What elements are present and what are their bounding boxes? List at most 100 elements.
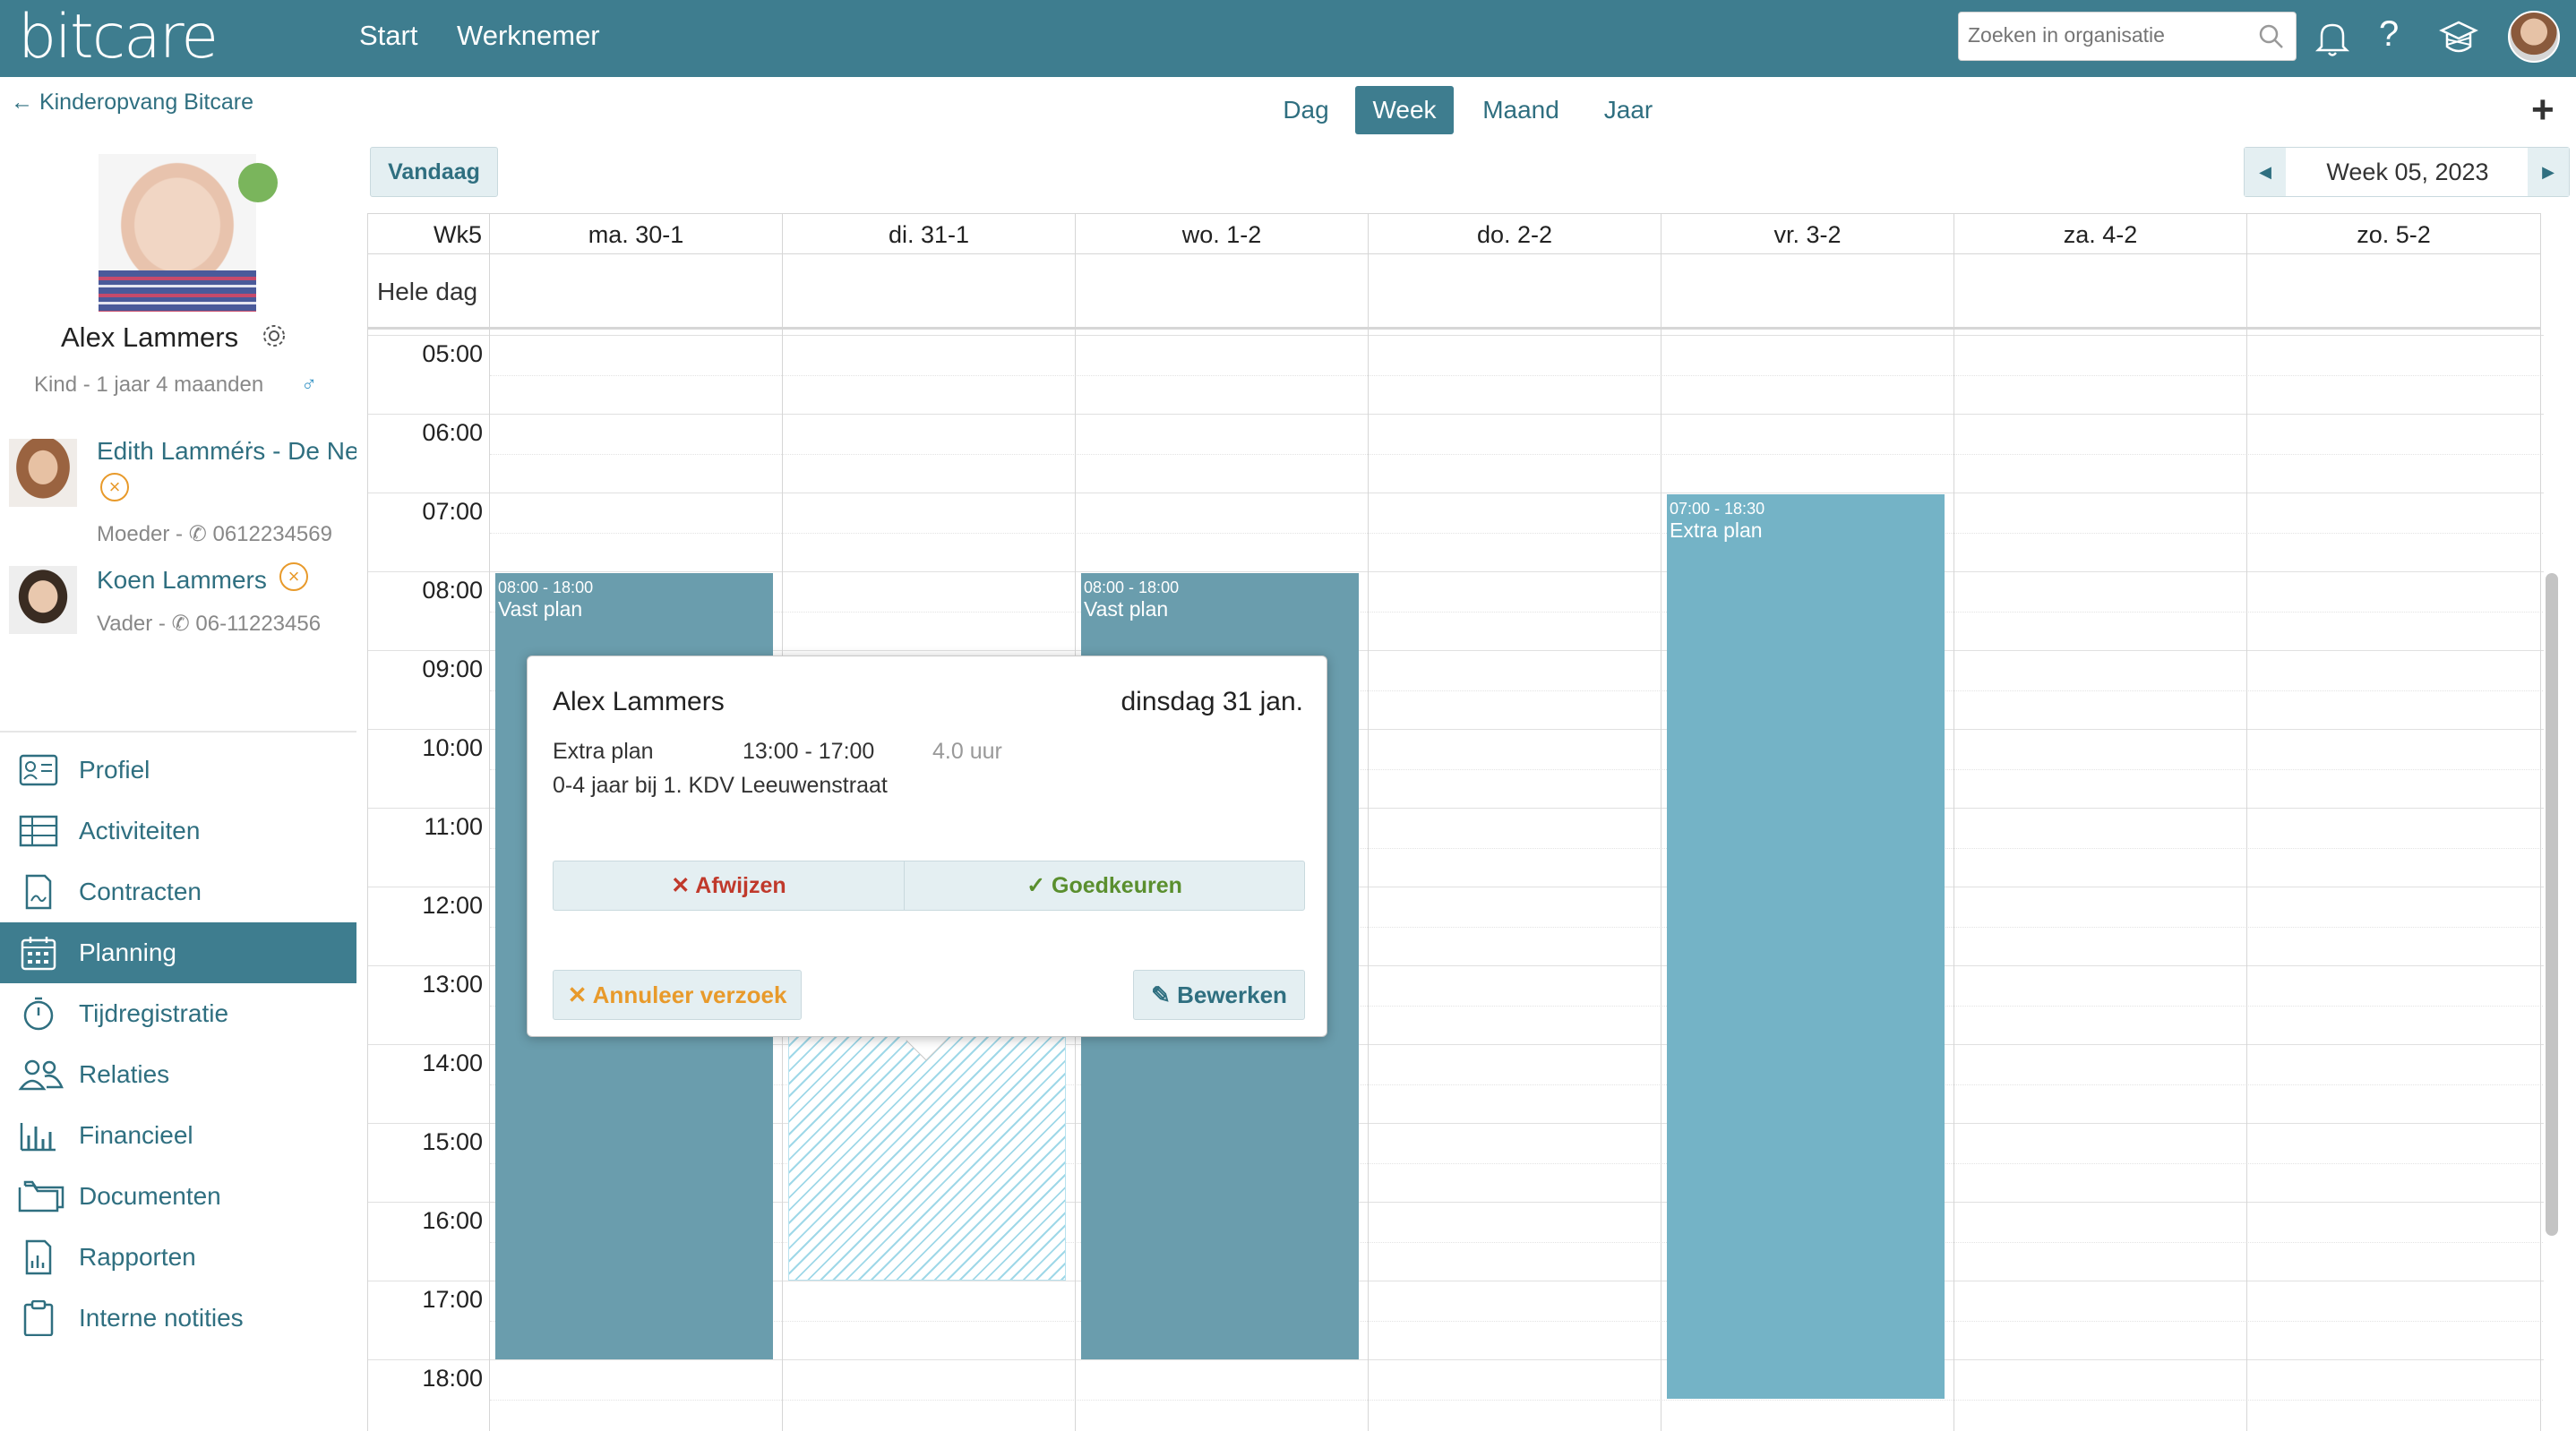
relation-phone[interactable]: 06-11223456 xyxy=(195,612,321,636)
menu-tijdregistratie[interactable]: Tijdregistratie xyxy=(0,983,356,1044)
clipboard-icon xyxy=(18,1299,59,1337)
approval-bar: ✕ Afwijzen ✓ Goedkeuren xyxy=(553,861,1305,911)
menu-label: Profiel xyxy=(79,756,150,784)
next-week-button[interactable]: ▶ xyxy=(2528,148,2569,196)
menu-financieel[interactable]: Financieel xyxy=(0,1105,356,1166)
cancel-circle-icon[interactable]: × xyxy=(100,473,129,501)
popup-location: 0-4 jaar bij 1. KDV Leeuwenstraat xyxy=(553,773,888,798)
nav-werknemer[interactable]: Werknemer xyxy=(457,20,600,52)
allday-cell[interactable] xyxy=(1076,254,1369,330)
help-icon[interactable]: ? xyxy=(2379,14,2399,55)
day-header[interactable]: di. 31-1 xyxy=(783,213,1076,254)
menu-relaties[interactable]: Relaties xyxy=(0,1044,356,1105)
top-bar: bitcare Start Werknemer ? xyxy=(0,0,2576,77)
event-time: 07:00 - 18:30 xyxy=(1670,500,1765,518)
arrow-left-icon: ← xyxy=(11,90,33,115)
tab-week[interactable]: Week xyxy=(1355,86,1454,134)
event-request-popup: Alex Lammers dinsdag 31 jan. Extra plan … xyxy=(527,656,1327,1037)
menu-interne-notities[interactable]: Interne notities xyxy=(0,1288,356,1349)
search-icon[interactable] xyxy=(2258,23,2285,55)
week-number-header: Wk5 xyxy=(368,213,490,254)
tab-jaar[interactable]: Jaar xyxy=(1585,86,1671,134)
contract-icon xyxy=(18,874,59,910)
menu-contracten[interactable]: Contracten xyxy=(0,861,356,922)
x-icon: ✕ xyxy=(671,873,691,898)
relation-name[interactable]: Koen Lammers xyxy=(97,566,276,595)
menu-profiel[interactable]: Profiel xyxy=(0,740,356,801)
column-line xyxy=(1954,330,2247,1431)
event-time: 08:00 - 18:00 xyxy=(1084,578,1180,596)
menu-rapporten[interactable]: Rapporten xyxy=(0,1227,356,1288)
edit-button[interactable]: ✎ Bewerken xyxy=(1133,970,1305,1020)
approve-label: Goedkeuren xyxy=(1052,873,1182,898)
relation-role: Moeder - xyxy=(97,522,189,546)
allday-cell[interactable] xyxy=(1369,254,1662,330)
today-button[interactable]: Vandaag xyxy=(370,147,498,197)
column-line xyxy=(2247,330,2541,1431)
bell-icon[interactable] xyxy=(2314,18,2350,62)
prev-week-button[interactable]: ◀ xyxy=(2245,148,2286,196)
people-icon xyxy=(18,1057,64,1093)
check-icon: ✓ xyxy=(1026,873,1046,898)
allday-cell[interactable] xyxy=(783,254,1076,330)
day-header[interactable]: vr. 3-2 xyxy=(1662,213,1954,254)
tab-dag[interactable]: Dag xyxy=(1270,86,1342,134)
scrollbar[interactable] xyxy=(2546,573,2558,1236)
menu-label: Documenten xyxy=(79,1182,221,1210)
bar-chart-icon xyxy=(18,1118,59,1153)
menu-planning[interactable]: Planning xyxy=(0,922,356,983)
menu-label: Activiteiten xyxy=(79,817,201,844)
search-input[interactable] xyxy=(1968,13,2237,58)
event-block[interactable]: 07:00 - 18:30 Extra plan xyxy=(1667,494,1945,1399)
menu-documenten[interactable]: Documenten xyxy=(0,1166,356,1227)
bitcare-logo[interactable]: bitcare xyxy=(18,2,219,73)
search-box[interactable] xyxy=(1958,12,2297,61)
popup-plan-type: Extra plan xyxy=(553,739,654,764)
relation-role: Vader - xyxy=(97,612,172,636)
child-name: Alex Lammers xyxy=(61,321,239,353)
day-header[interactable]: wo. 1-2 xyxy=(1076,213,1369,254)
allday-cell[interactable] xyxy=(1662,254,1954,330)
divider xyxy=(0,731,356,733)
allday-cell[interactable] xyxy=(2247,254,2541,330)
edit-label: Bewerken xyxy=(1177,981,1287,1008)
relation-avatar[interactable] xyxy=(9,439,77,507)
menu-label: Rapporten xyxy=(79,1243,196,1271)
popup-time: 13:00 - 17:00 xyxy=(743,739,875,764)
menu-label: Contracten xyxy=(79,878,202,905)
cancel-request-label: Annuleer verzoek xyxy=(592,981,787,1008)
relation-contact: Vader - ✆ 06-11223456 xyxy=(97,611,356,637)
day-header[interactable]: ma. 30-1 xyxy=(490,213,783,254)
approve-button[interactable]: ✓ Goedkeuren xyxy=(905,861,1304,910)
report-icon xyxy=(18,1239,59,1275)
online-status-indicator xyxy=(238,163,278,202)
reject-button[interactable]: ✕ Afwijzen xyxy=(554,861,905,910)
requested-event-block[interactable] xyxy=(788,1033,1066,1281)
day-header[interactable]: za. 4-2 xyxy=(1954,213,2247,254)
day-header[interactable]: zo. 5-2 xyxy=(2247,213,2541,254)
column-line xyxy=(1369,330,1662,1431)
child-subtitle: Kind - 1 jaar 4 maanden xyxy=(34,373,264,397)
menu-activiteiten[interactable]: Activiteiten xyxy=(0,801,356,861)
user-avatar[interactable] xyxy=(2508,11,2560,63)
relation-name[interactable]: Edith Lamméṙs - De Ne xyxy=(97,437,356,466)
week-navigator: ◀ Week 05, 2023 ▶ xyxy=(2244,147,2570,197)
gear-icon[interactable] xyxy=(260,321,288,355)
profile-card-icon xyxy=(18,752,59,788)
academy-icon[interactable] xyxy=(2438,18,2479,62)
tab-maand[interactable]: Maand xyxy=(1469,86,1573,134)
cancel-circle-icon[interactable]: × xyxy=(279,562,308,591)
table-icon xyxy=(18,813,59,849)
allday-cell[interactable] xyxy=(1954,254,2247,330)
add-icon[interactable]: + xyxy=(2531,88,2555,133)
event-title: Extra plan xyxy=(1670,518,1763,542)
day-header[interactable]: do. 2-2 xyxy=(1369,213,1662,254)
week-label[interactable]: Week 05, 2023 xyxy=(2286,148,2529,196)
popup-child-name: Alex Lammers xyxy=(553,687,725,716)
cancel-request-button[interactable]: ✕ Annuleer verzoek xyxy=(553,970,802,1020)
allday-cell[interactable] xyxy=(490,254,783,330)
back-link[interactable]: ← Kinderopvang Bitcare xyxy=(11,90,253,116)
relation-avatar[interactable] xyxy=(9,566,77,634)
nav-start[interactable]: Start xyxy=(359,20,417,52)
relation-phone[interactable]: 0612234569 xyxy=(212,522,331,546)
